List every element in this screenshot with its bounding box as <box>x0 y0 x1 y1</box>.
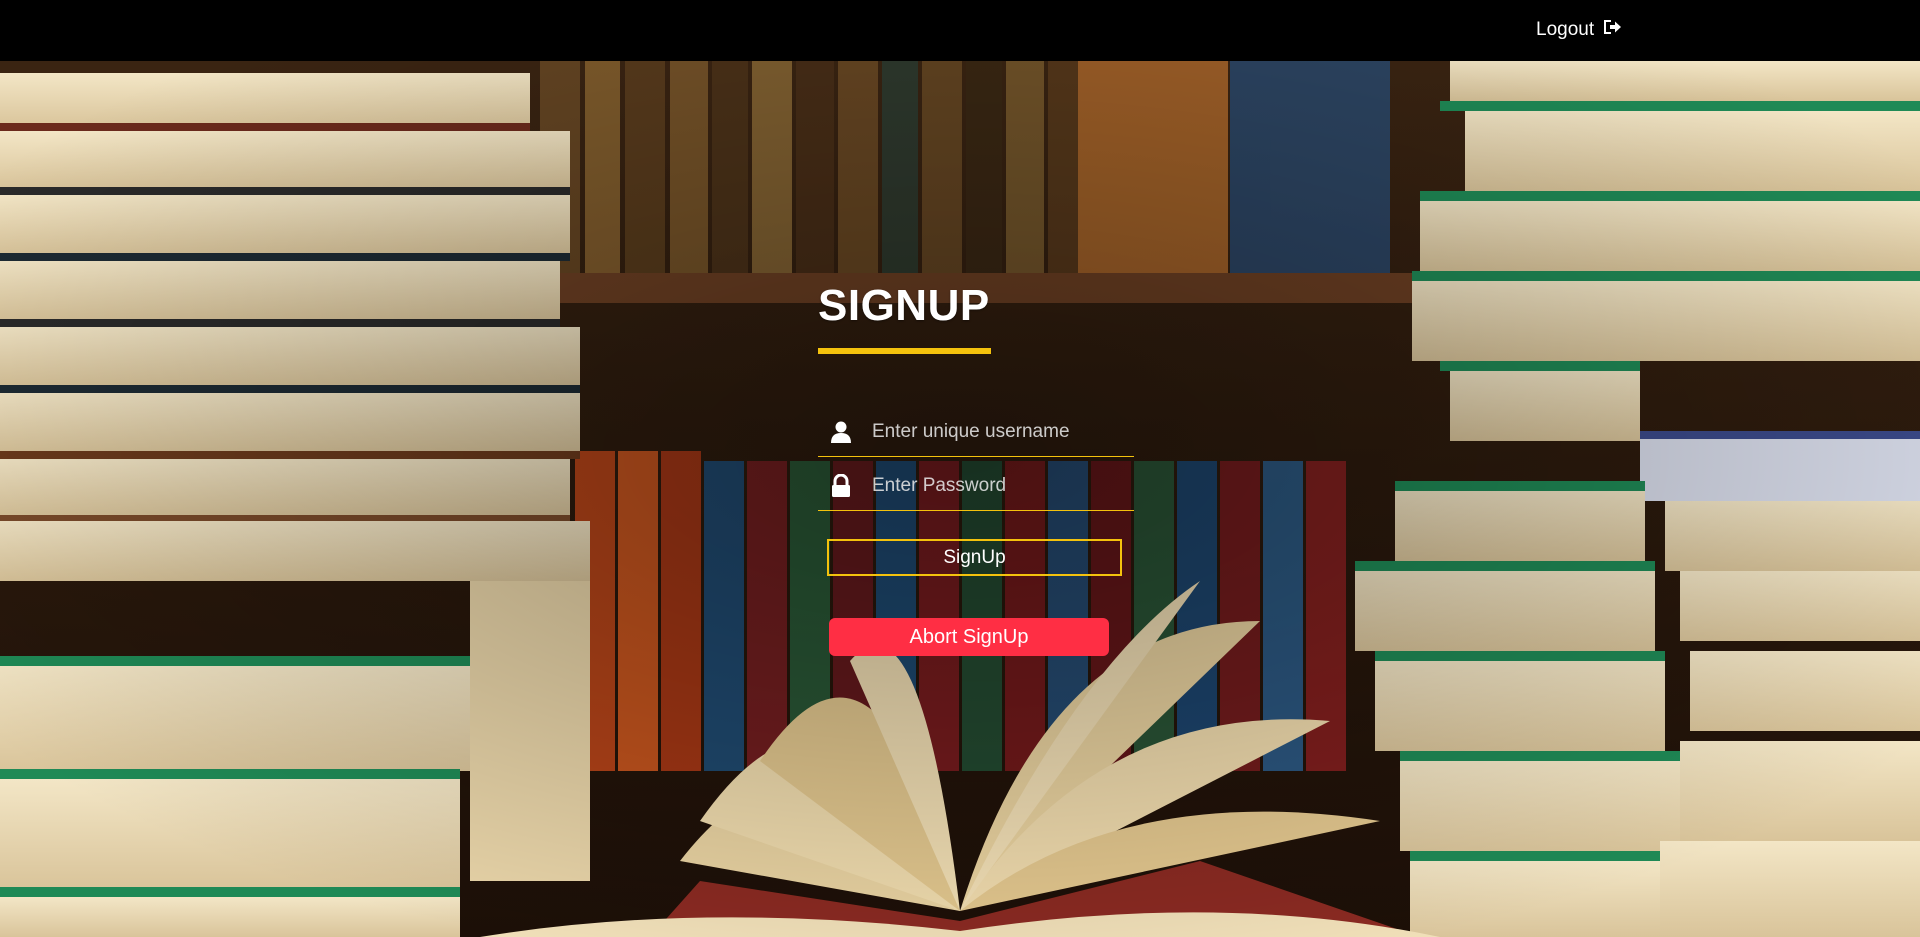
logout-link[interactable]: Logout <box>1536 18 1622 42</box>
password-input[interactable] <box>872 475 1132 497</box>
top-navbar: Logout <box>0 0 1920 61</box>
logout-label: Logout <box>1536 19 1595 40</box>
lock-icon <box>830 474 852 498</box>
abort-signup-button[interactable]: Abort SignUp <box>829 618 1109 656</box>
username-input[interactable] <box>872 421 1132 443</box>
password-field-row <box>818 462 1134 511</box>
page-title: SIGNUP <box>818 281 990 330</box>
user-icon <box>830 420 852 444</box>
sign-out-icon <box>1602 18 1622 42</box>
username-field-row <box>818 408 1134 457</box>
signup-button[interactable]: SignUp <box>827 539 1122 576</box>
signup-form: SIGNUP SignUp Abort SignUp <box>818 280 1138 656</box>
title-underline <box>818 348 991 354</box>
